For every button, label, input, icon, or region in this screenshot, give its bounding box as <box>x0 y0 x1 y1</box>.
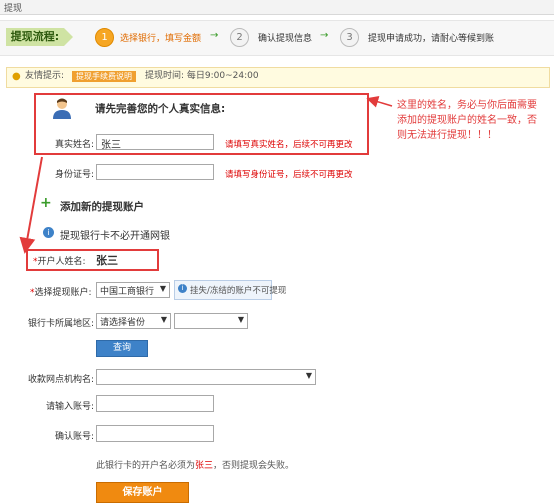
annotation-arrow-down <box>19 156 43 254</box>
annotation-arrow-right <box>366 95 393 108</box>
annotation-line-1: 这里的姓名，务必与你后面需要 <box>397 100 537 111</box>
annotation-arrows <box>19 95 393 254</box>
annotation-line-3: 则无法进行提现！！！ <box>397 130 497 141</box>
annotation-line-2: 添加的提现账户的姓名一致，否 <box>397 115 537 126</box>
